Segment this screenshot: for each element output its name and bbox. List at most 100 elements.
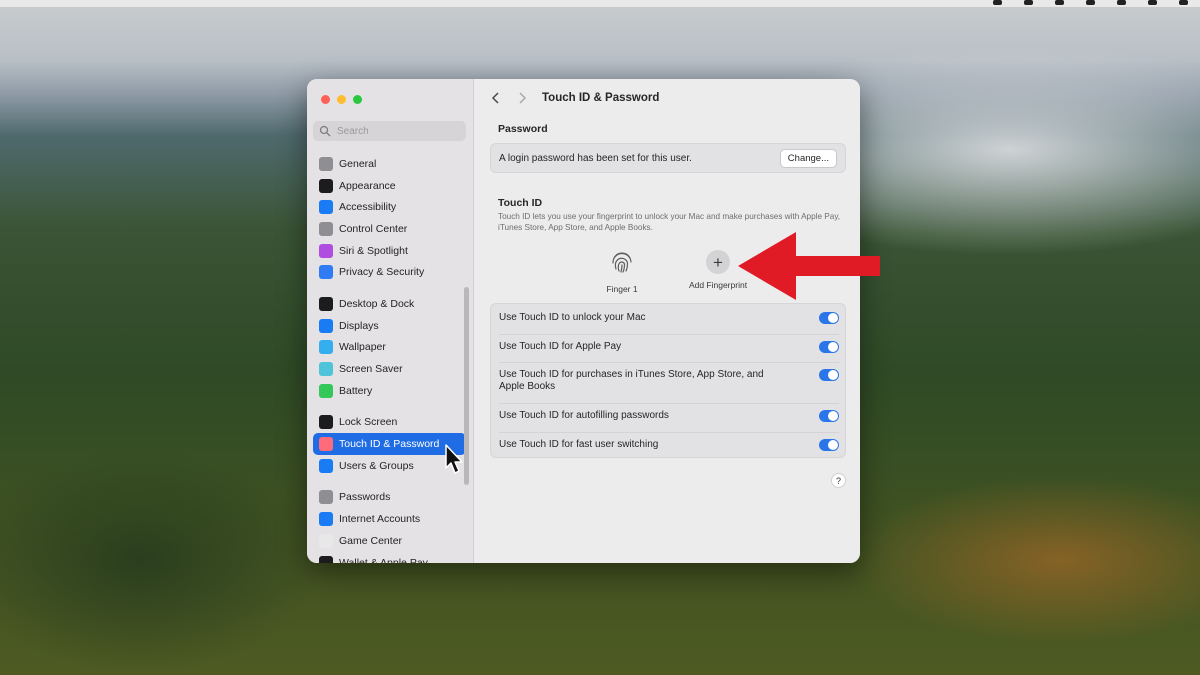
touch-id-option-row: Use Touch ID for autofilling passwords — [499, 410, 839, 422]
appearance-icon — [319, 178, 333, 193]
status-icon[interactable] — [1024, 0, 1033, 5]
back-chevron-icon[interactable] — [489, 91, 503, 105]
sidebar-item-game-center[interactable]: Game Center — [313, 530, 466, 552]
sidebar-item-control-center[interactable]: Control Center — [313, 218, 466, 240]
battery-icon — [319, 383, 333, 398]
option-label: Use Touch ID for fast user switching — [499, 439, 659, 450]
touch-id-option-row: Use Touch ID for fast user switching — [499, 439, 839, 451]
search-field[interactable]: Search — [313, 121, 466, 141]
sidebar-item-label: Privacy & Security — [339, 266, 425, 279]
fingerprint-icon — [319, 437, 333, 452]
siri-icon — [319, 243, 333, 258]
sidebar-item-appearance[interactable]: Appearance — [313, 175, 466, 197]
touch-id-option-row: Use Touch ID to unlock your Mac — [499, 312, 839, 324]
sidebar-item-privacy-security[interactable]: Privacy & Security — [313, 261, 466, 283]
display-icon — [319, 318, 333, 333]
sidebar-item-wallpaper[interactable]: Wallpaper — [313, 337, 466, 359]
status-icon[interactable] — [1086, 0, 1095, 5]
status-icon[interactable] — [1148, 0, 1157, 5]
sidebar-item-label: Screen Saver — [339, 363, 403, 376]
sidebar-item-screen-saver[interactable]: Screen Saver — [313, 358, 466, 380]
touch-id-option-row: Use Touch ID for Apple Pay — [499, 341, 839, 353]
page-title: Touch ID & Password — [542, 92, 660, 104]
sidebar-item-label: Battery — [339, 384, 373, 397]
option-toggle[interactable] — [819, 312, 839, 324]
sidebar-item-label: Lock Screen — [339, 416, 398, 429]
password-status: A login password has been set for this u… — [499, 152, 692, 164]
password-heading: Password — [498, 123, 548, 135]
wallet-icon — [319, 555, 333, 563]
sidebar-item-displays[interactable]: Displays — [313, 315, 466, 337]
option-divider — [499, 334, 839, 335]
touch-id-option-row: Use Touch ID for purchases in iTunes Sto… — [499, 369, 839, 393]
sidebar-item-label: Internet Accounts — [339, 513, 421, 526]
finger-1[interactable]: Finger 1 — [592, 249, 652, 294]
search-placeholder: Search — [337, 125, 369, 137]
sidebar-item-general[interactable]: General — [313, 153, 466, 175]
help-button[interactable]: ? — [831, 473, 846, 488]
users-icon — [319, 458, 333, 473]
toolbar: Touch ID & Password — [474, 79, 860, 117]
hand-icon — [319, 265, 333, 280]
sidebar-item-siri-spotlight[interactable]: Siri & Spotlight — [313, 240, 466, 262]
content-pane: Touch ID & Password Password A login pas… — [474, 79, 860, 563]
option-divider — [499, 403, 839, 404]
sidebar-list: General Appearance Accessibility Control Ce… — [313, 153, 466, 563]
status-icon[interactable] — [1117, 0, 1126, 5]
fingerprint-icon — [612, 252, 632, 273]
touch-id-options: Use Touch ID to unlock your Mac Use Touch… — [490, 303, 846, 458]
red-arrow-annotation — [738, 232, 880, 300]
sidebar-item-internet-accounts[interactable]: Internet Accounts — [313, 508, 466, 530]
window-controls — [321, 95, 362, 104]
sidebar-item-label: Passwords — [339, 491, 391, 504]
touch-id-description: Touch ID lets you use your fingerprint t… — [498, 212, 841, 232]
sidebar-item-accessibility[interactable]: Accessibility — [313, 196, 466, 218]
change-password-button[interactable]: Change... — [779, 148, 837, 168]
screen-saver-icon — [319, 362, 333, 377]
sidebar-item-label: Accessibility — [339, 201, 397, 214]
sidebar-item-passwords[interactable]: Passwords — [313, 487, 466, 509]
game-center-icon — [319, 533, 333, 548]
zoom-button[interactable] — [353, 95, 362, 104]
touch-id-heading: Touch ID — [498, 197, 543, 209]
forward-chevron-icon[interactable] — [515, 91, 529, 105]
sidebar-item-wallet-apple-pay[interactable]: Wallet & Apple Pay — [313, 552, 466, 563]
sidebar-item-label: Control Center — [339, 222, 408, 235]
option-toggle[interactable] — [819, 439, 839, 451]
status-tray — [993, 0, 1188, 7]
sidebar-item-label: Wallpaper — [339, 341, 386, 354]
option-label: Use Touch ID for purchases in iTunes Sto… — [499, 369, 764, 392]
sidebar-item-desktop-dock[interactable]: Desktop & Dock — [313, 293, 466, 315]
search-icon — [319, 125, 331, 137]
sidebar-item-label: Siri & Spotlight — [339, 244, 408, 257]
status-icon[interactable] — [1055, 0, 1064, 5]
status-icon[interactable] — [993, 0, 1002, 5]
sidebar-item-battery[interactable]: Battery — [313, 380, 466, 402]
sidebar-item-label: Game Center — [339, 534, 403, 547]
sidebar-item-label: Wallet & Apple Pay — [339, 556, 428, 563]
control-center-icon — [319, 221, 333, 236]
sidebar: Search General Appearance Accessibility Con… — [307, 79, 474, 563]
sidebar-scrollbar[interactable] — [464, 287, 469, 485]
settings-window: Search General Appearance Accessibility Con… — [307, 79, 860, 563]
option-label: Use Touch ID for Apple Pay — [499, 341, 622, 352]
mouse-cursor-icon — [445, 444, 463, 474]
option-toggle[interactable] — [819, 341, 839, 353]
menu-bar — [0, 0, 1200, 7]
wallpaper-icon — [319, 340, 333, 355]
sidebar-item-label: General — [339, 157, 377, 170]
gear-icon — [319, 156, 333, 171]
sidebar-item-label: Desktop & Dock — [339, 297, 415, 310]
sidebar-item-label: Displays — [339, 319, 379, 332]
option-toggle[interactable] — [819, 410, 839, 422]
sidebar-item-label: Appearance — [339, 179, 396, 192]
status-icon[interactable] — [1179, 0, 1188, 5]
lock-icon — [319, 415, 333, 430]
minimize-button[interactable] — [337, 95, 346, 104]
option-toggle[interactable] — [819, 369, 839, 381]
sidebar-item-lock-screen[interactable]: Lock Screen — [313, 412, 466, 434]
password-card: A login password has been set for this u… — [490, 143, 846, 173]
key-icon — [319, 490, 333, 505]
sidebar-item-label: Users & Groups — [339, 459, 414, 472]
close-button[interactable] — [321, 95, 330, 104]
